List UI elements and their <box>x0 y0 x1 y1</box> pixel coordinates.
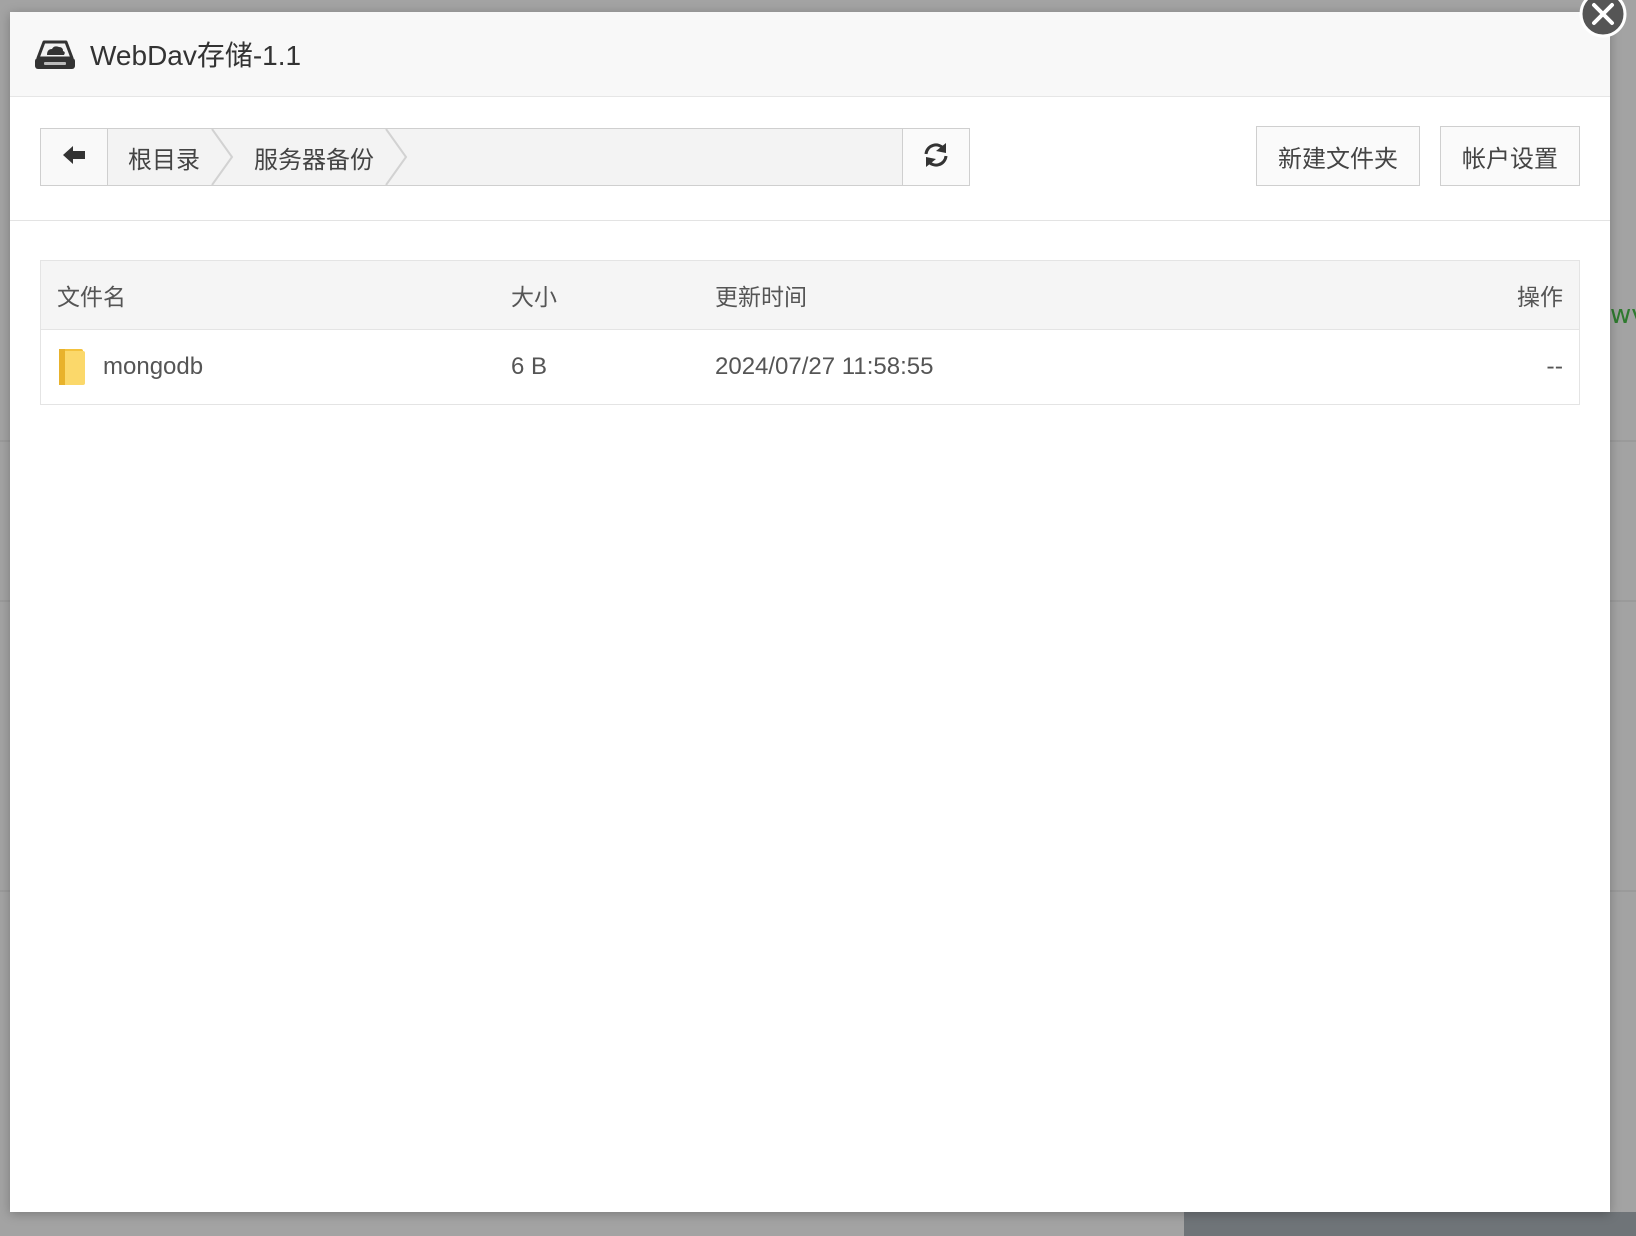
column-header-size: 大小 <box>511 285 557 311</box>
folder-icon <box>57 347 87 387</box>
account-settings-button[interactable]: 帐户设置 <box>1440 126 1580 186</box>
breadcrumb: 根目录 服务器备份 <box>108 129 902 185</box>
column-header-name: 文件名 <box>57 285 126 311</box>
chevron-right-icon <box>385 129 408 185</box>
background-text: wv <box>1610 300 1636 330</box>
dialog-title: WebDav存储-1.1 <box>90 40 302 71</box>
breadcrumb-item-root[interactable]: 根目录 <box>108 129 234 185</box>
breadcrumb-label: 根目录 <box>128 145 200 174</box>
column-header-updated: 更新时间 <box>715 285 807 311</box>
file-name-cell[interactable]: mongodb <box>57 330 203 404</box>
new-folder-button[interactable]: 新建文件夹 <box>1256 126 1420 186</box>
breadcrumb-label: 服务器备份 <box>254 145 374 174</box>
dialog-header: WebDav存储-1.1 <box>10 12 1610 97</box>
column-header-actions: 操作 <box>1517 285 1563 311</box>
close-button[interactable] <box>1578 0 1628 42</box>
arrow-left-icon <box>61 144 87 170</box>
file-name: mongodb <box>103 353 204 380</box>
back-button[interactable] <box>41 129 108 185</box>
cloud-drive-icon <box>32 36 78 72</box>
file-size: 6 B <box>511 353 548 380</box>
refresh-icon <box>922 141 950 173</box>
close-icon <box>1578 0 1628 48</box>
table-header: 文件名 大小 更新时间 操作 <box>41 261 1579 330</box>
file-actions: -- <box>1546 354 1563 380</box>
file-updated-time: 2024/07/27 11:58:55 <box>715 353 934 380</box>
chevron-right-icon <box>211 129 234 185</box>
refresh-button[interactable] <box>902 129 969 185</box>
background-bar <box>1184 1212 1636 1236</box>
toolbar: 根目录 服务器备份 新建文件夹 帐户设置 <box>10 96 1610 221</box>
breadcrumb-item-server-backup[interactable]: 服务器备份 <box>234 129 408 185</box>
file-table: 文件名 大小 更新时间 操作 mongodb 6 B 2024/07/27 11… <box>40 260 1580 405</box>
table-row[interactable]: mongodb 6 B 2024/07/27 11:58:55 -- <box>41 330 1579 404</box>
path-navigation: 根目录 服务器备份 <box>40 128 970 186</box>
webdav-dialog: WebDav存储-1.1 根目录 服务器备份 新建文件夹 帐户设置 文件名 大小… <box>10 12 1610 1212</box>
